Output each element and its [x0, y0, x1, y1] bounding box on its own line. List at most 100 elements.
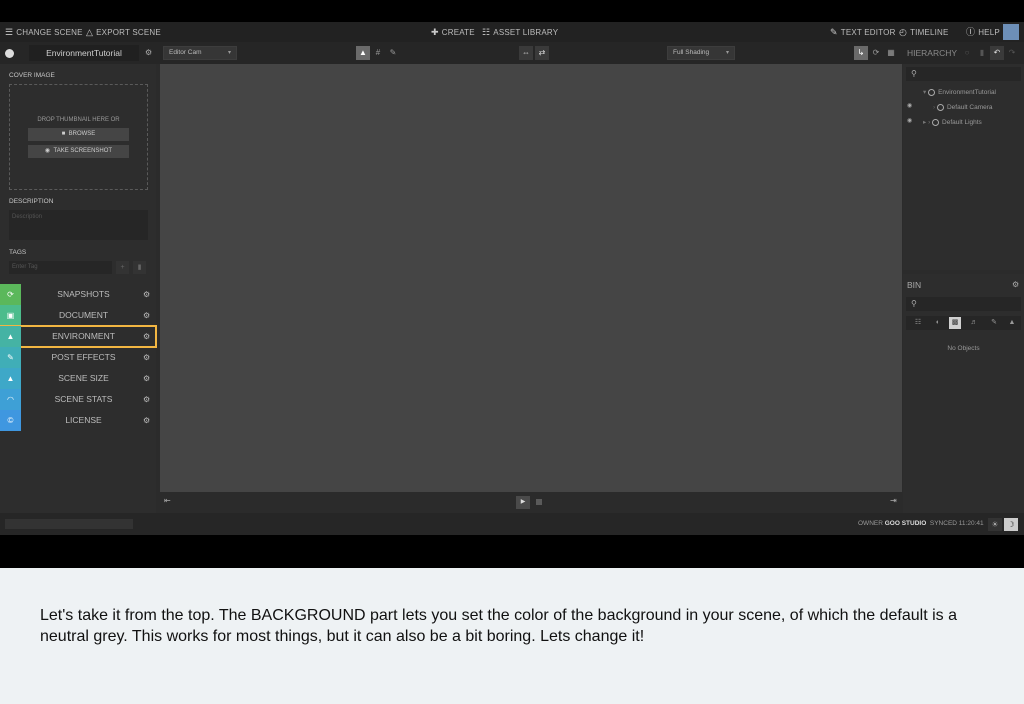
- globe-icon[interactable]: [5, 49, 14, 58]
- create-menu[interactable]: ✚ CREATE: [431, 22, 475, 42]
- play-button[interactable]: ▶: [516, 496, 530, 509]
- timeline-menu[interactable]: ◴ TIMELINE: [899, 22, 949, 42]
- text-editor-menu[interactable]: ✎ TEXT EDITOR: [830, 22, 896, 42]
- post-effects-label: POST EFFECTS: [51, 352, 116, 362]
- weight-icon: ▲: [0, 368, 21, 389]
- scene-size-label: SCENE SIZE: [58, 373, 109, 383]
- hierarchy-panel: ⚲ ▾ EnvironmentTutorial ◉ › Default Came…: [903, 64, 1024, 270]
- export-scene-menu[interactable]: △ EXPORT SCENE: [86, 22, 161, 42]
- collapse-left-icon[interactable]: ⇤: [164, 496, 171, 505]
- redo-icon[interactable]: ↷: [1005, 46, 1019, 60]
- rotate-tool-icon[interactable]: ⟳: [869, 46, 883, 60]
- copy-icon[interactable]: ○: [960, 46, 974, 60]
- empty-state: No Objects: [947, 345, 980, 352]
- camera-select[interactable]: Editor Cam ▾: [163, 46, 237, 60]
- environment-filter-icon[interactable]: ▲: [1006, 317, 1018, 329]
- document-icon: ▣: [0, 305, 21, 326]
- scene-stats-section[interactable]: ◠ SCENE STATS ⚙: [0, 389, 156, 410]
- shading-select[interactable]: Full Shading ▾: [667, 46, 735, 60]
- sound-filter-icon[interactable]: ♬: [968, 317, 980, 329]
- transform-world-icon[interactable]: ⇄: [535, 46, 549, 60]
- wand-toggle-icon[interactable]: ✎: [386, 46, 400, 60]
- camera-node-icon: [936, 103, 944, 111]
- asset-library-menu[interactable]: ☷ ASSET LIBRARY: [482, 22, 558, 42]
- snapshots-section[interactable]: ⟳ SNAPSHOTS ⚙: [0, 284, 156, 305]
- post-effects-section[interactable]: ✎ POST EFFECTS ⚙: [0, 347, 156, 368]
- tree-item-camera[interactable]: › Default Camera: [933, 102, 993, 114]
- clock-icon: ◴: [899, 27, 908, 37]
- transform-local-icon[interactable]: ⇔: [519, 46, 533, 60]
- bin-panel: BIN ⚙ ⚲ ☷ ◐ ▩ ♬ ✎ ▲ No Objects: [903, 274, 1024, 513]
- viewport-controls: ⇤ ▶ ⇥: [160, 492, 902, 513]
- camera-icon: ◉: [44, 148, 54, 154]
- entity-filter-icon[interactable]: ☷: [912, 317, 924, 329]
- script-icon: ✎: [830, 27, 838, 37]
- eye-icon[interactable]: ◉: [907, 117, 912, 124]
- description-label: DESCRIPTION: [9, 198, 54, 205]
- document-section[interactable]: ▣ DOCUMENT ⚙: [0, 305, 156, 326]
- bin-search[interactable]: ⚲: [906, 297, 1021, 311]
- light-theme-icon[interactable]: ☀: [988, 518, 1002, 531]
- tree-item-lights[interactable]: ▸ › Default Lights: [923, 117, 982, 129]
- hierarchy-search[interactable]: ⚲: [906, 67, 1021, 81]
- license-gear-icon[interactable]: ⚙: [143, 410, 150, 431]
- script-filter-icon[interactable]: ✎: [988, 317, 1000, 329]
- scene-viewport[interactable]: [160, 64, 902, 492]
- history-icon: ⟳: [0, 284, 21, 305]
- trash-icon[interactable]: ▮: [975, 46, 989, 60]
- description-field[interactable]: Description: [9, 210, 148, 240]
- status-field: [5, 519, 133, 529]
- scene-size-section[interactable]: ▲ SCENE SIZE ⚙: [0, 368, 156, 389]
- add-tag-icon[interactable]: +: [116, 261, 129, 274]
- scene-size-gear-icon[interactable]: ⚙: [143, 368, 150, 389]
- material-filter-icon[interactable]: ◐: [932, 317, 944, 329]
- caption-text: Let's take it from the top. The BACKGROU…: [40, 607, 957, 645]
- take-screenshot-button[interactable]: ◉ TAKE SCREENSHOT: [28, 145, 129, 158]
- scale-tool-icon[interactable]: ▦: [884, 46, 898, 60]
- scene-settings-icon[interactable]: ⚙: [145, 48, 152, 57]
- bin-gear-icon[interactable]: ⚙: [1012, 280, 1019, 289]
- bin-title: BIN: [907, 280, 922, 290]
- search-icon: ⚲: [911, 299, 917, 308]
- tree-item-root[interactable]: ▾ EnvironmentTutorial: [923, 87, 996, 99]
- dropzone-text: DROP THUMBNAIL HERE OR: [37, 117, 120, 123]
- document-gear-icon[interactable]: ⚙: [143, 305, 150, 326]
- environment-toggle-icon[interactable]: ▲: [356, 46, 370, 60]
- delete-tag-icon[interactable]: ▮: [133, 261, 146, 274]
- translate-tool-icon[interactable]: ↳: [854, 46, 868, 60]
- toolbar: EnvironmentTutorial ⚙ Editor Cam ▾ ▲ # ✎ …: [0, 42, 1024, 64]
- scene-name-field[interactable]: EnvironmentTutorial: [29, 45, 139, 61]
- hamburger-icon: ☰: [5, 27, 14, 37]
- help-menu[interactable]: ⓘ HELP: [966, 22, 1000, 42]
- browse-button[interactable]: ■ BROWSE: [28, 128, 129, 141]
- question-icon: ⓘ: [966, 27, 976, 37]
- post-effects-gear-icon[interactable]: ⚙: [143, 347, 150, 368]
- collapse-right-icon[interactable]: ⇥: [890, 496, 897, 505]
- license-section[interactable]: © LICENSE ⚙: [0, 410, 156, 431]
- scene-stats-gear-icon[interactable]: ⚙: [143, 389, 150, 410]
- eye-icon[interactable]: ◉: [907, 102, 912, 109]
- environment-gear-icon[interactable]: ⚙: [143, 326, 150, 347]
- tags-label: TAGS: [9, 249, 27, 256]
- thumbnail-dropzone[interactable]: DROP THUMBNAIL HERE OR ■ BROWSE ◉ TAKE S…: [9, 84, 148, 190]
- landscape-icon: ▲: [0, 326, 21, 347]
- environment-section[interactable]: ▲ ENVIRONMENT ⚙: [0, 325, 157, 348]
- scene-stats-label: SCENE STATS: [54, 394, 113, 404]
- change-scene-menu[interactable]: ☰ CHANGE SCENE: [5, 22, 83, 42]
- hierarchy-title: HIERARCHY: [907, 48, 958, 58]
- stop-button[interactable]: [536, 499, 542, 505]
- texture-filter-icon[interactable]: ▩: [949, 317, 961, 329]
- cover-image-label: COVER IMAGE: [9, 72, 55, 79]
- undo-icon[interactable]: ↶: [990, 46, 1004, 60]
- user-avatar[interactable]: [1003, 24, 1019, 40]
- snapshots-gear-icon[interactable]: ⚙: [143, 284, 150, 305]
- tag-input[interactable]: Enter Tag: [9, 261, 112, 274]
- document-label: DOCUMENT: [58, 310, 109, 320]
- light-node-icon: [932, 118, 940, 126]
- chevron-down-icon: ▾: [725, 50, 729, 56]
- dark-theme-icon[interactable]: ☽: [1004, 518, 1018, 531]
- scene-properties-panel: COVER IMAGE DROP THUMBNAIL HERE OR ■ BRO…: [0, 64, 157, 513]
- grid-toggle-icon[interactable]: #: [371, 46, 385, 60]
- license-label: LICENSE: [65, 415, 102, 425]
- library-icon: ☷: [482, 27, 491, 37]
